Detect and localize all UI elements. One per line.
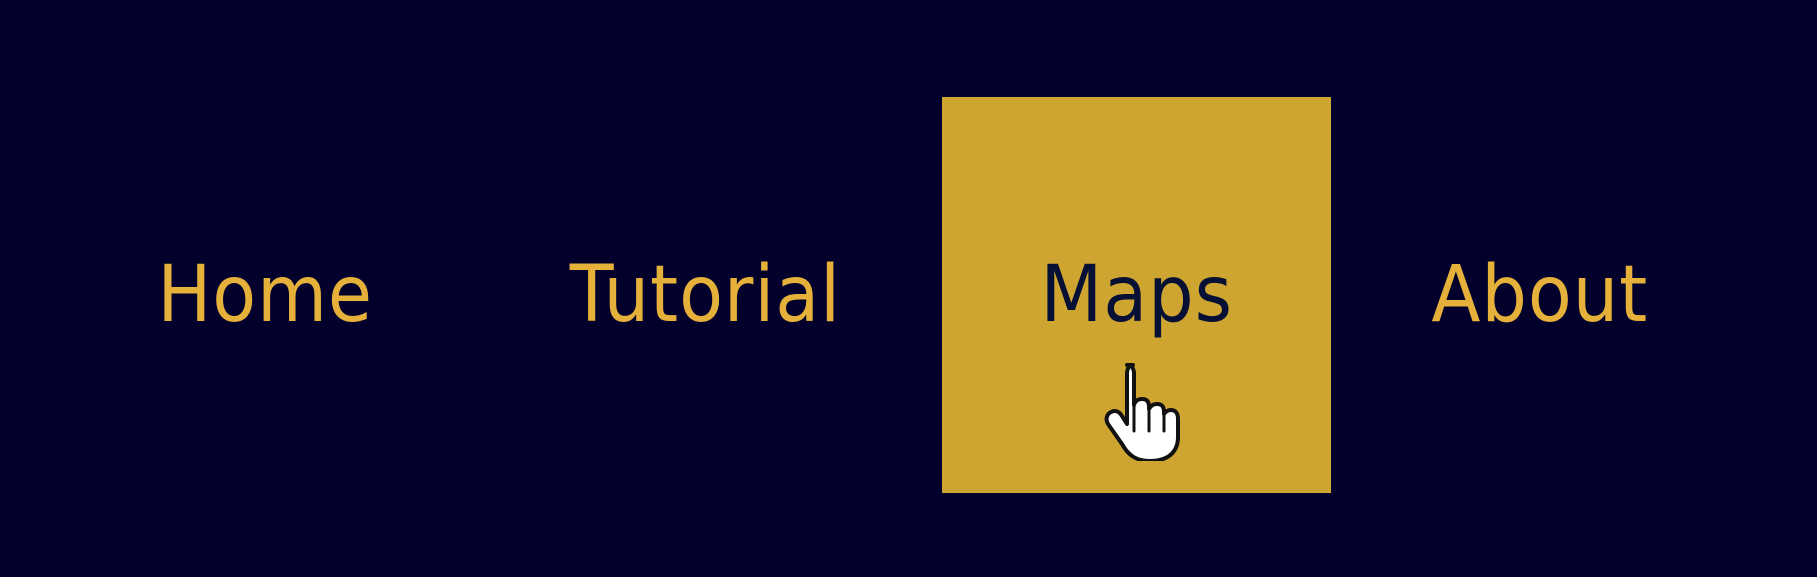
nav-item-maps[interactable]: Maps xyxy=(942,97,1331,493)
nav-item-maps-label: Maps xyxy=(1040,250,1233,340)
main-navigation: Home Tutorial Maps About xyxy=(0,0,1817,577)
nav-item-home[interactable]: Home xyxy=(120,97,410,493)
nav-item-about[interactable]: About xyxy=(1390,97,1690,493)
nav-item-home-label: Home xyxy=(157,250,373,340)
nav-item-tutorial[interactable]: Tutorial xyxy=(530,97,880,493)
nav-item-about-label: About xyxy=(1431,250,1649,340)
nav-item-tutorial-label: Tutorial xyxy=(569,250,841,340)
